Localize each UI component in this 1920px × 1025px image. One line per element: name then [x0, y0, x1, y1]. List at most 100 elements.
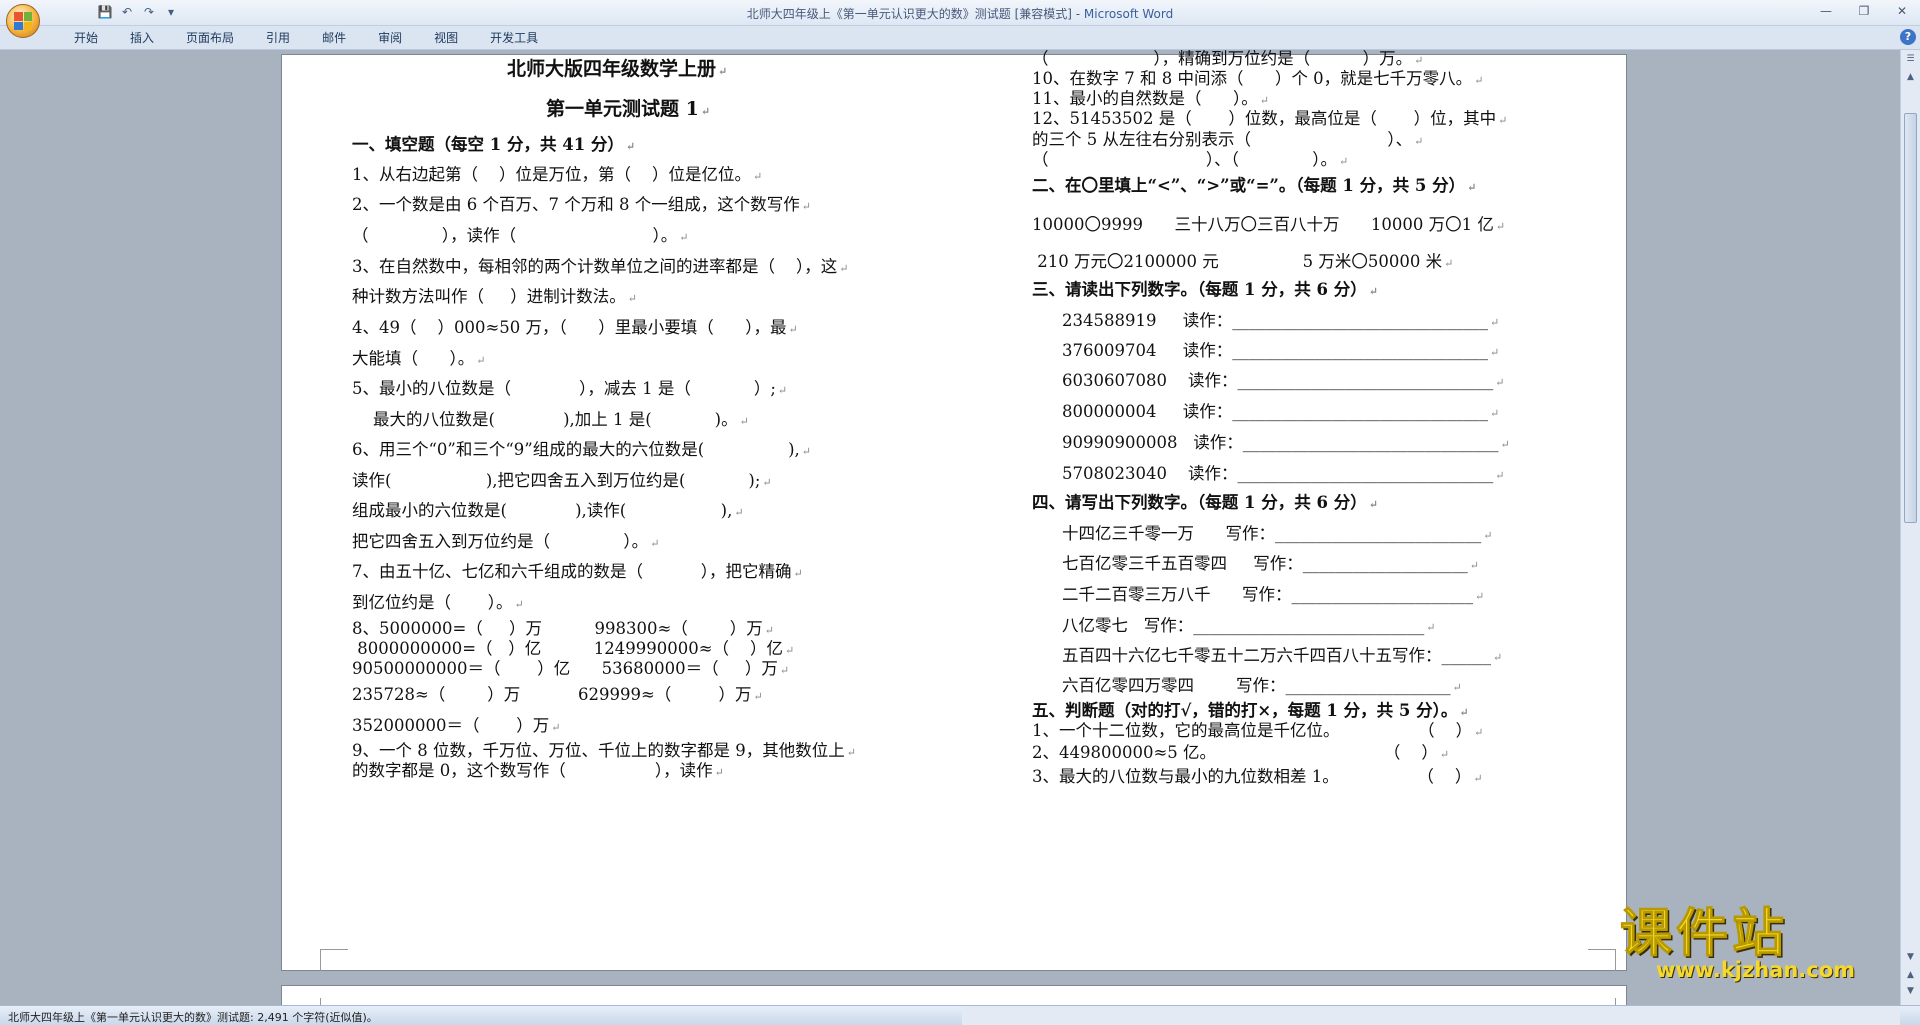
ribbon-tab[interactable]: 页面布局	[170, 29, 250, 47]
paragraph-mark-icon: ↵	[801, 200, 811, 213]
line-text: 读作( ),把它四舍五入到万位约是( );	[352, 471, 761, 490]
line-text: 800000004 读作：___________________________…	[1062, 402, 1488, 421]
paragraph-mark-icon: ↵	[785, 644, 795, 657]
left-line: 90500000000＝（ ）亿 53680000＝（ ）万 ↵	[352, 659, 789, 681]
ribbon-tab[interactable]: 审阅	[362, 29, 418, 47]
line-text: 三、请读出下列数字。（每题 1 分，共 6 分）	[1032, 280, 1367, 299]
line-text: 5、最小的八位数是（ ），减去 1 是（ ）;	[352, 379, 776, 398]
ribbon-tab[interactable]: 开始	[58, 29, 114, 47]
ribbon-tabs-list: 开始 插入 页面布局 引用 邮件 审阅 视图 开发工具	[58, 29, 554, 47]
line-text: 种计数方法叫作（ ）进制计数法。	[352, 287, 626, 306]
line-text: 235728≈（ ）万 629999≈（ ）万	[352, 685, 752, 704]
document-page[interactable]: 北师大版四年级数学上册 ↵ 第一单元测试题 1 ↵ 一、填空题（每空 1 分，共 41 …	[281, 50, 1627, 971]
line-text: 八亿零七 写作：____________________________	[1062, 616, 1425, 635]
line-text: 五百四十六亿七千零五十二万六千四百八十五写作：______	[1062, 646, 1491, 665]
next-page-icon[interactable]: ▼	[1903, 984, 1918, 998]
paragraph-mark-icon: ↵	[627, 292, 637, 305]
line-text: 一、填空题（每空 1 分，共 41 分）	[352, 135, 624, 154]
ribbon-tab[interactable]: 开发工具	[474, 29, 554, 47]
left-line: 一、填空题（每空 1 分，共 41 分） ↵	[352, 135, 635, 157]
window-title: 北师大四年级上《第一单元认识更大的数》测试题 [兼容模式] - Microsof…	[0, 5, 1920, 22]
paragraph-mark-icon: ↵	[700, 105, 711, 118]
paragraph-mark-icon: ↵	[779, 664, 790, 677]
right-line: 二、在〇里填上“<”、“>”或“=”。（每题 1 分，共 5 分） ↵	[1032, 176, 1476, 198]
left-line: 352000000＝（ ）万 ↵	[352, 716, 560, 738]
restore-icon[interactable]: ❐	[1852, 2, 1876, 20]
right-line: 二千二百零三万八千 写作：______________________ ↵	[1062, 585, 1484, 607]
paragraph-mark-icon: ↵	[679, 231, 689, 244]
line-text: 10、在数字 7 和 8 中间添（ ）个 0，就是七千万零八。	[1032, 69, 1473, 88]
ribbon-tab[interactable]: 引用	[250, 29, 306, 47]
paragraph-mark-icon: ↵	[1467, 181, 1477, 194]
paragraph-mark-icon: ↵	[752, 170, 763, 183]
left-line: 最大的八位数是( ),加上 1 是( )。 ↵	[352, 410, 749, 432]
right-line: 12、51453502 是（ ）位数，最高位是（ ）位，其中 ↵	[1032, 109, 1507, 131]
left-line: 2、一个数是由 6 个百万、7 个万和 8 个一组成，这个数写作 ↵	[352, 195, 811, 217]
right-line: 234588919 读作：___________________________…	[1062, 311, 1499, 333]
left-line: 读作( ),把它四舍五入到万位约是( ); ↵	[352, 471, 772, 493]
paragraph-mark-icon: ↵	[1259, 94, 1269, 107]
ruler-toggle-icon[interactable]: ☰	[1903, 52, 1918, 66]
line-text: 10000〇9999 三十八万〇三百八十万 10000 万〇1 亿	[1032, 215, 1494, 234]
line-text: 的三个 5 从左往右分别表示（ ）、	[1032, 130, 1413, 149]
paragraph-mark-icon: ↵	[1489, 316, 1500, 329]
left-line: 大能填（ ）。 ↵	[352, 349, 485, 371]
left-line: 3、在自然数中，每相邻的两个计数单位之间的进率都是（ ），这 ↵	[352, 257, 848, 279]
right-line: 11、最小的自然数是（ ）。 ↵	[1032, 89, 1269, 111]
line-text: （ ），读作（ ）。	[352, 226, 678, 245]
minimize-icon[interactable]: —	[1814, 2, 1838, 20]
ribbon-tab[interactable]: 视图	[418, 29, 474, 47]
left-line: 第一单元测试题 1 ↵	[546, 99, 710, 122]
paragraph-mark-icon: ↵	[1339, 155, 1349, 168]
paragraph-mark-icon: ↵	[1452, 681, 1462, 694]
left-line: 7、由五十亿、七亿和六千组成的数是（ ），把它精确 ↵	[352, 562, 803, 584]
right-line: 10、在数字 7 和 8 中间添（ ）个 0，就是七千万零八。 ↵	[1032, 69, 1483, 91]
paragraph-mark-icon: ↵	[1498, 114, 1508, 127]
line-text: 4、49（ ）000≈50 万，（ ）里最小要填（ ），最	[352, 318, 787, 337]
paragraph-mark-icon: ↵	[1500, 438, 1510, 451]
line-text: 2、一个数是由 6 个百万、7 个万和 8 个一组成，这个数写作	[352, 195, 800, 214]
paragraph-mark-icon: ↵	[801, 445, 811, 458]
line-text: 二、在〇里填上“<”、“>”或“=”。（每题 1 分，共 5 分）	[1032, 176, 1466, 195]
line-text: 6030607080 读作：__________________________…	[1062, 371, 1494, 390]
crop-mark	[1588, 998, 1616, 1005]
ribbon-tab[interactable]: 插入	[114, 29, 170, 47]
line-text: 第一单元测试题 1	[546, 98, 699, 120]
crop-mark	[320, 949, 348, 971]
scroll-down-icon[interactable]: ▼	[1903, 950, 1918, 964]
left-line: 1、从右边起第（ ）位是万位，第（ ）位是亿位。 ↵	[352, 165, 762, 187]
paragraph-mark-icon: ↵	[1414, 54, 1424, 67]
paragraph-mark-icon: ↵	[1474, 590, 1485, 603]
scroll-thumb[interactable]	[1904, 113, 1917, 523]
left-line: 6、用三个“0”和三个“9”组成的最大的六位数是( ), ↵	[352, 440, 811, 462]
left-line: 组成最小的六位数是( ),读作( ), ↵	[352, 501, 744, 523]
line-text: 3、在自然数中，每相邻的两个计数单位之间的进率都是（ ），这	[352, 257, 838, 276]
left-line: 5、最小的八位数是（ ），减去 1 是（ ）; ↵	[352, 379, 787, 401]
prev-page-icon[interactable]: ▲	[1903, 968, 1918, 982]
scroll-up-icon[interactable]: ▲	[1903, 70, 1918, 84]
left-line: 把它四舍五入到万位约是（ ）。 ↵	[352, 532, 659, 554]
paragraph-mark-icon: ↵	[1483, 529, 1493, 542]
right-line: 800000004 读作：___________________________…	[1062, 402, 1499, 424]
paragraph-mark-icon: ↵	[734, 506, 744, 519]
right-line: 五百四十六亿七千零五十二万六千四百八十五写作：______ ↵	[1062, 646, 1502, 668]
paragraph-mark-icon: ↵	[1493, 651, 1503, 664]
ribbon-tab-bar: 开始 插入 页面布局 引用 邮件 审阅 视图 开发工具	[0, 26, 1920, 50]
close-icon[interactable]: ✕	[1890, 2, 1914, 20]
right-line: 210 万元〇2100000 元 5 万米〇50000 米 ↵	[1032, 252, 1453, 274]
paragraph-mark-icon: ↵	[650, 537, 660, 550]
right-line: 10000〇9999 三十八万〇三百八十万 10000 万〇1 亿 ↵	[1032, 215, 1505, 237]
ribbon-tab[interactable]: 邮件	[306, 29, 362, 47]
office-button[interactable]	[6, 4, 40, 38]
line-text: （ ）、（ ）。	[1032, 150, 1338, 169]
paragraph-mark-icon: ↵	[476, 354, 486, 367]
left-line: 235728≈（ ）万 629999≈（ ）万 ↵	[352, 685, 763, 707]
vertical-scrollbar[interactable]: ☰ ▲ ▼ ▲ ▼	[1900, 50, 1920, 1005]
line-text: 8、5000000=（ ）万 998300≈（ ）万	[352, 619, 763, 638]
watermark-logo: 课件站 www.kjzhan.com	[1619, 906, 1870, 983]
paragraph-mark-icon: ↵	[1495, 220, 1506, 233]
horizontal-scrollbar[interactable]	[962, 1005, 1900, 1025]
paragraph-mark-icon: ↵	[839, 262, 849, 275]
crop-mark	[1588, 949, 1616, 971]
help-icon[interactable]: ?	[1900, 29, 1916, 45]
